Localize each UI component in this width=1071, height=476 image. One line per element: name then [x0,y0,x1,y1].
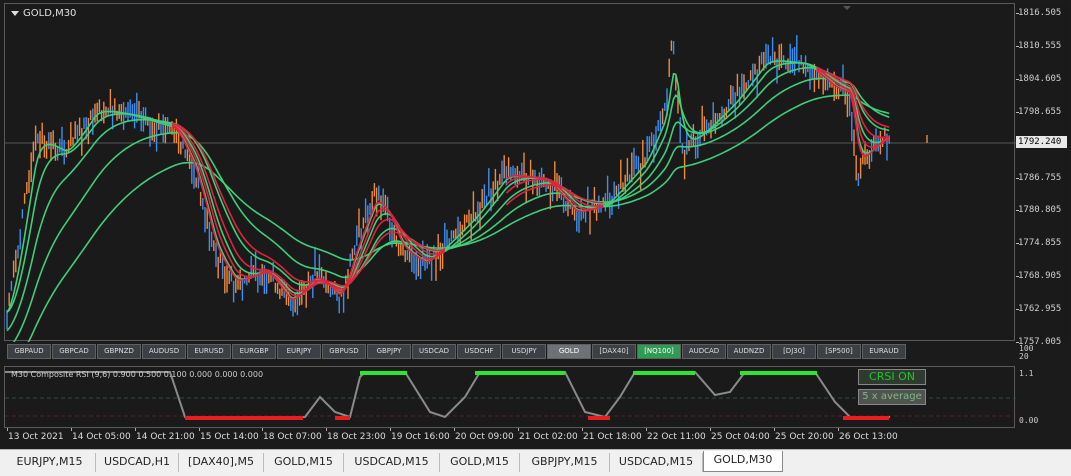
chart-title-label: GOLD,M30 [23,8,77,19]
time-tick [518,428,519,431]
time-tick [646,428,647,431]
symbol-button-audcad[interactable]: AUDCAD [682,344,726,359]
symbol-button-audnzd[interactable]: AUDNZD [727,344,771,359]
chart-tab[interactable]: [DAX40],M5 [179,453,264,472]
chart-tab[interactable]: USDCAD,M15 [610,453,703,472]
symbol-button-audusd[interactable]: AUDUSD [142,344,186,359]
button-pane-axis: 100 20 [1017,344,1067,364]
crsi-toggle-button[interactable]: CRSI ON [858,369,926,385]
time-tick [199,428,200,431]
chart-tab[interactable]: GOLD,M15 [264,453,344,472]
chart-tab[interactable]: GOLD,M15 [440,453,520,472]
terminal-window: GOLD,M30 1816.505 1810.555 1804.605 1798.65… [0,0,1071,476]
price-label: 1798.655 [1018,106,1062,117]
time-tick [838,428,839,431]
time-label: 14 Oct 05:00 [72,432,131,442]
time-label: 25 Oct 04:00 [711,432,770,442]
price-label: 1774.855 [1018,238,1062,249]
time-tick [326,428,327,431]
time-label: 21 Oct 18:00 [583,432,642,442]
indicator-axis: 1.1 0.00 [1017,366,1067,428]
time-tick [135,428,136,431]
time-label: 22 Oct 11:00 [647,432,706,442]
time-axis[interactable]: 13 Oct 2021 14 Oct 05:00 14 Oct 21:00 15 Oc… [4,428,1015,446]
price-chart-canvas[interactable] [5,4,1016,342]
symbol-button-usdjpy[interactable]: USDJPY [502,344,546,359]
symbol-button-gbpaud[interactable]: GBPAUD [7,344,51,359]
time-tick [710,428,711,431]
price-label: 1810.555 [1018,40,1062,51]
price-label: 1816.505 [1018,8,1062,18]
time-label: 26 Oct 13:00 [839,432,898,442]
time-tick [7,428,8,431]
symbol-button-eurgbp[interactable]: EURGBP [232,344,276,359]
time-tick [454,428,455,431]
crsi-line [5,371,890,421]
time-label: 18 Oct 07:00 [263,432,322,442]
chart-tab[interactable]: GBPJPY,M15 [520,453,610,472]
symbol-button-row: GBPAUD GBPCAD GBPNZD AUDUSD EURUSD EURGBP EURJ… [7,344,907,360]
price-chart-pane[interactable]: GOLD,M30 [4,3,1016,342]
time-label: 13 Oct 2021 [8,432,64,442]
time-tick [582,428,583,431]
scroll-marker-icon [843,6,851,10]
time-tick [390,428,391,431]
current-price-label: 1792.240 [1016,136,1067,148]
price-label: 1762.955 [1018,304,1062,315]
price-label: 1786.755 [1018,172,1062,183]
indicator-label: M30 Composite RSI (9,6) 0.900 0.500 0.10… [11,370,264,379]
symbol-button-euraud[interactable]: EURAUD [862,344,906,359]
price-label: 1768.905 [1018,271,1062,282]
time-label: 21 Oct 02:00 [519,432,578,442]
time-label: 20 Oct 09:00 [455,432,514,442]
symbol-button-usdcad[interactable]: USDCAD [412,344,456,359]
time-tick [71,428,72,431]
time-tick [262,428,263,431]
symbol-button-gbpusd[interactable]: GBPUSD [322,344,366,359]
symbol-button-eurjpy[interactable]: EURJPY [277,344,321,359]
time-label: 14 Oct 21:00 [136,432,195,442]
chart-tab[interactable]: EURJPY,M15 [4,453,96,472]
symbol-button-eurusd[interactable]: EURUSD [187,344,231,359]
chart-title[interactable]: GOLD,M30 [11,8,76,19]
ema-green-line [27,94,890,342]
time-label: 19 Oct 16:00 [391,432,450,442]
ema-green-line [6,62,890,313]
indicator-axis-top: 1.1 [1019,369,1034,378]
symbol-button-gbpjpy[interactable]: GBPJPY [367,344,411,359]
price-axis[interactable]: 1816.5051810.5551804.6051798.6551792.705… [1016,3,1069,347]
chart-tab-bar: EURJPY,M15 USDCAD,H1 [DAX40],M5 GOLD,M15 USD… [0,449,1071,476]
indicator-axis-bottom: 0.00 [1019,416,1039,425]
symbol-button-dj30[interactable]: [DJ30] [772,344,816,359]
average-button[interactable]: 5 x average [858,389,926,405]
time-label: 18 Oct 23:00 [327,432,386,442]
button-pane-axis-bottom: 20 [1019,352,1029,361]
indicator-pane[interactable]: M30 Composite RSI (9,6) 0.900 0.500 0.10… [4,366,1016,428]
symbol-button-gold[interactable]: GOLD [547,344,591,359]
chart-tab[interactable]: USDCAD,M15 [344,453,440,472]
price-label: 1804.605 [1018,73,1062,84]
symbol-button-gbpcad[interactable]: GBPCAD [52,344,96,359]
time-tick [774,428,775,431]
symbol-button-usdchf[interactable]: USDCHF [457,344,501,359]
price-label: 1780.805 [1018,205,1062,216]
time-label: 25 Oct 20:00 [775,432,834,442]
time-label: 15 Oct 14:00 [200,432,259,442]
chart-tab[interactable]: GOLD,M30 [703,451,783,472]
ema-red-line [171,124,446,297]
symbol-button-gbpnzd[interactable]: GBPNZD [97,344,141,359]
symbol-button-dax40[interactable]: [DAX40] [592,344,636,359]
ema-red-line [171,122,446,292]
chart-tab[interactable]: USDCAD,H1 [96,453,179,472]
symbol-button-sp500[interactable]: [SP500] [817,344,861,359]
symbol-button-nq100[interactable]: [NQ100] [637,344,681,359]
chevron-down-icon[interactable] [11,11,19,16]
